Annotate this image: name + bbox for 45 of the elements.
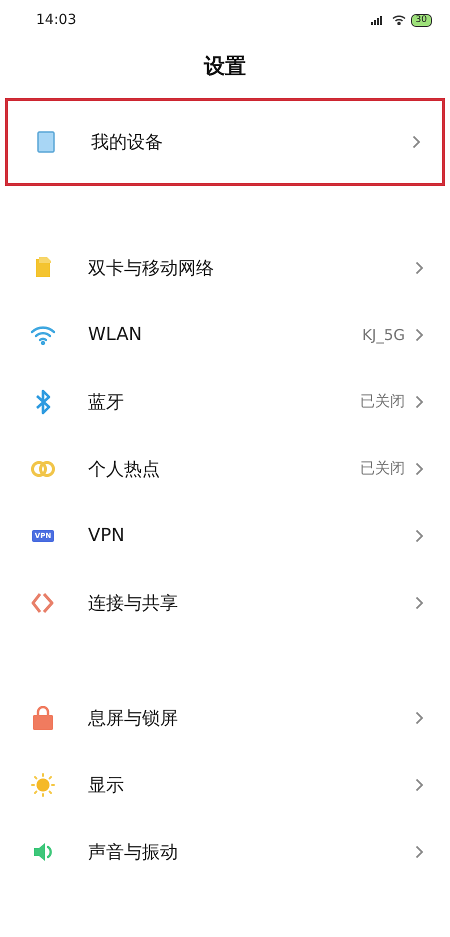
- chevron-icon: [415, 596, 424, 610]
- share-icon: [31, 592, 55, 614]
- chevron-icon: [415, 394, 424, 408]
- status-time: 14:03: [36, 12, 76, 28]
- chevron-icon: [415, 462, 424, 476]
- item-label: 息屏与锁屏: [88, 706, 179, 730]
- chevron-icon: [415, 778, 424, 792]
- item-label: VPN: [88, 525, 126, 546]
- linked-rings-icon: [30, 458, 56, 478]
- item-value: 已关闭: [360, 459, 405, 478]
- lock-icon: [32, 706, 54, 730]
- battery-indicator: 30: [410, 14, 432, 26]
- wifi-status-icon: [392, 15, 406, 25]
- item-label: 连接与共享: [88, 592, 179, 614]
- item-label: 显示: [88, 774, 125, 796]
- chevron-icon: [415, 710, 424, 724]
- chevron-icon: [412, 135, 421, 149]
- speaker-icon: [32, 840, 54, 862]
- sun-icon: [31, 772, 55, 796]
- settings-item[interactable]: 息屏与锁屏: [0, 684, 450, 751]
- settings-item[interactable]: 个人热点 已关闭: [0, 435, 450, 502]
- tablet-icon: [37, 131, 55, 153]
- settings-item[interactable]: 我的设备: [5, 98, 445, 186]
- chevron-icon: [415, 528, 424, 542]
- item-label: 个人热点: [88, 458, 161, 480]
- settings-item[interactable]: 显示: [0, 751, 450, 818]
- bluetooth-icon: [34, 388, 52, 414]
- item-label: 声音与振动: [88, 840, 179, 864]
- sim-card-icon: [33, 256, 53, 278]
- settings-item[interactable]: 双卡与移动网络: [0, 234, 450, 301]
- item-label: 我的设备: [91, 131, 164, 154]
- item-label: WLAN: [88, 324, 144, 345]
- settings-item[interactable]: 蓝牙 已关闭: [0, 368, 450, 435]
- item-value: 已关闭: [360, 392, 405, 411]
- settings-item[interactable]: 连接与共享: [0, 569, 450, 636]
- item-value: KJ_5G: [362, 326, 405, 344]
- item-label: 双卡与移动网络: [88, 256, 215, 280]
- settings-item[interactable]: 声音与振动: [0, 818, 450, 885]
- chevron-icon: [415, 328, 424, 342]
- chevron-icon: [415, 260, 424, 274]
- wifi-icon: [30, 324, 56, 344]
- chevron-icon: [415, 844, 424, 858]
- page-title: 设置: [202, 53, 247, 80]
- settings-item[interactable]: WLAN KJ_5G: [0, 301, 450, 368]
- item-label: 蓝牙: [88, 390, 125, 414]
